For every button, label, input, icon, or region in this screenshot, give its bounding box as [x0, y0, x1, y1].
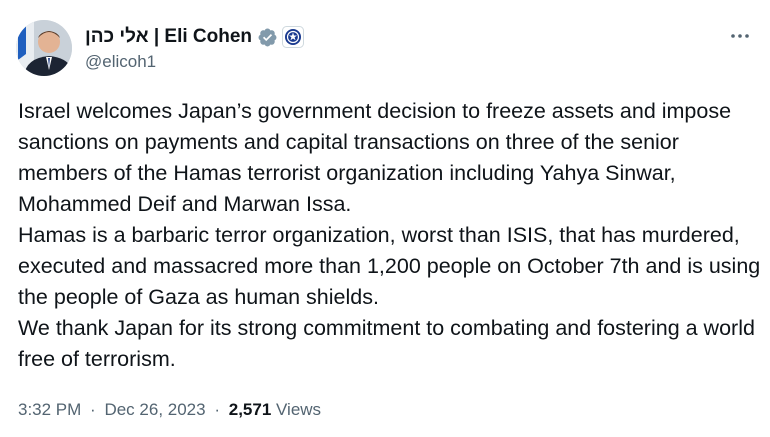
views-label: Views: [276, 400, 322, 419]
tweet-meta: 3:32 PM · Dec 26, 2023 · 2,571 Views: [18, 400, 321, 420]
tweet-paragraph: Israel welcomes Japan’s government decis…: [18, 99, 732, 216]
author-name-line: אלי כהן | Eli Cohen: [85, 26, 305, 48]
avatar[interactable]: [16, 20, 72, 76]
tweet-text: Israel welcomes Japan’s government decis…: [18, 96, 763, 375]
display-name[interactable]: אלי כהן | Eli Cohen: [85, 26, 252, 48]
meta-separator: ·: [214, 400, 220, 419]
tweet-paragraph: We thank Japan for its strong commitment…: [18, 316, 755, 371]
user-handle[interactable]: @elicoh1: [85, 52, 156, 72]
views-count: 2,571: [228, 400, 272, 419]
post-date[interactable]: Dec 26, 2023: [104, 400, 205, 419]
post-time[interactable]: 3:32 PM: [18, 400, 81, 419]
tweet-header: אלי כהן | Eli Cohen @elicoh1: [16, 20, 756, 78]
more-options-button[interactable]: [726, 22, 754, 50]
tweet-paragraph: Hamas is a barbaric terror organization,…: [18, 223, 761, 309]
more-icon: [731, 34, 749, 38]
meta-separator: ·: [90, 400, 96, 419]
government-affiliation-icon: [282, 26, 305, 48]
verified-badge-icon: [257, 27, 278, 48]
avatar-photo: [16, 20, 72, 76]
